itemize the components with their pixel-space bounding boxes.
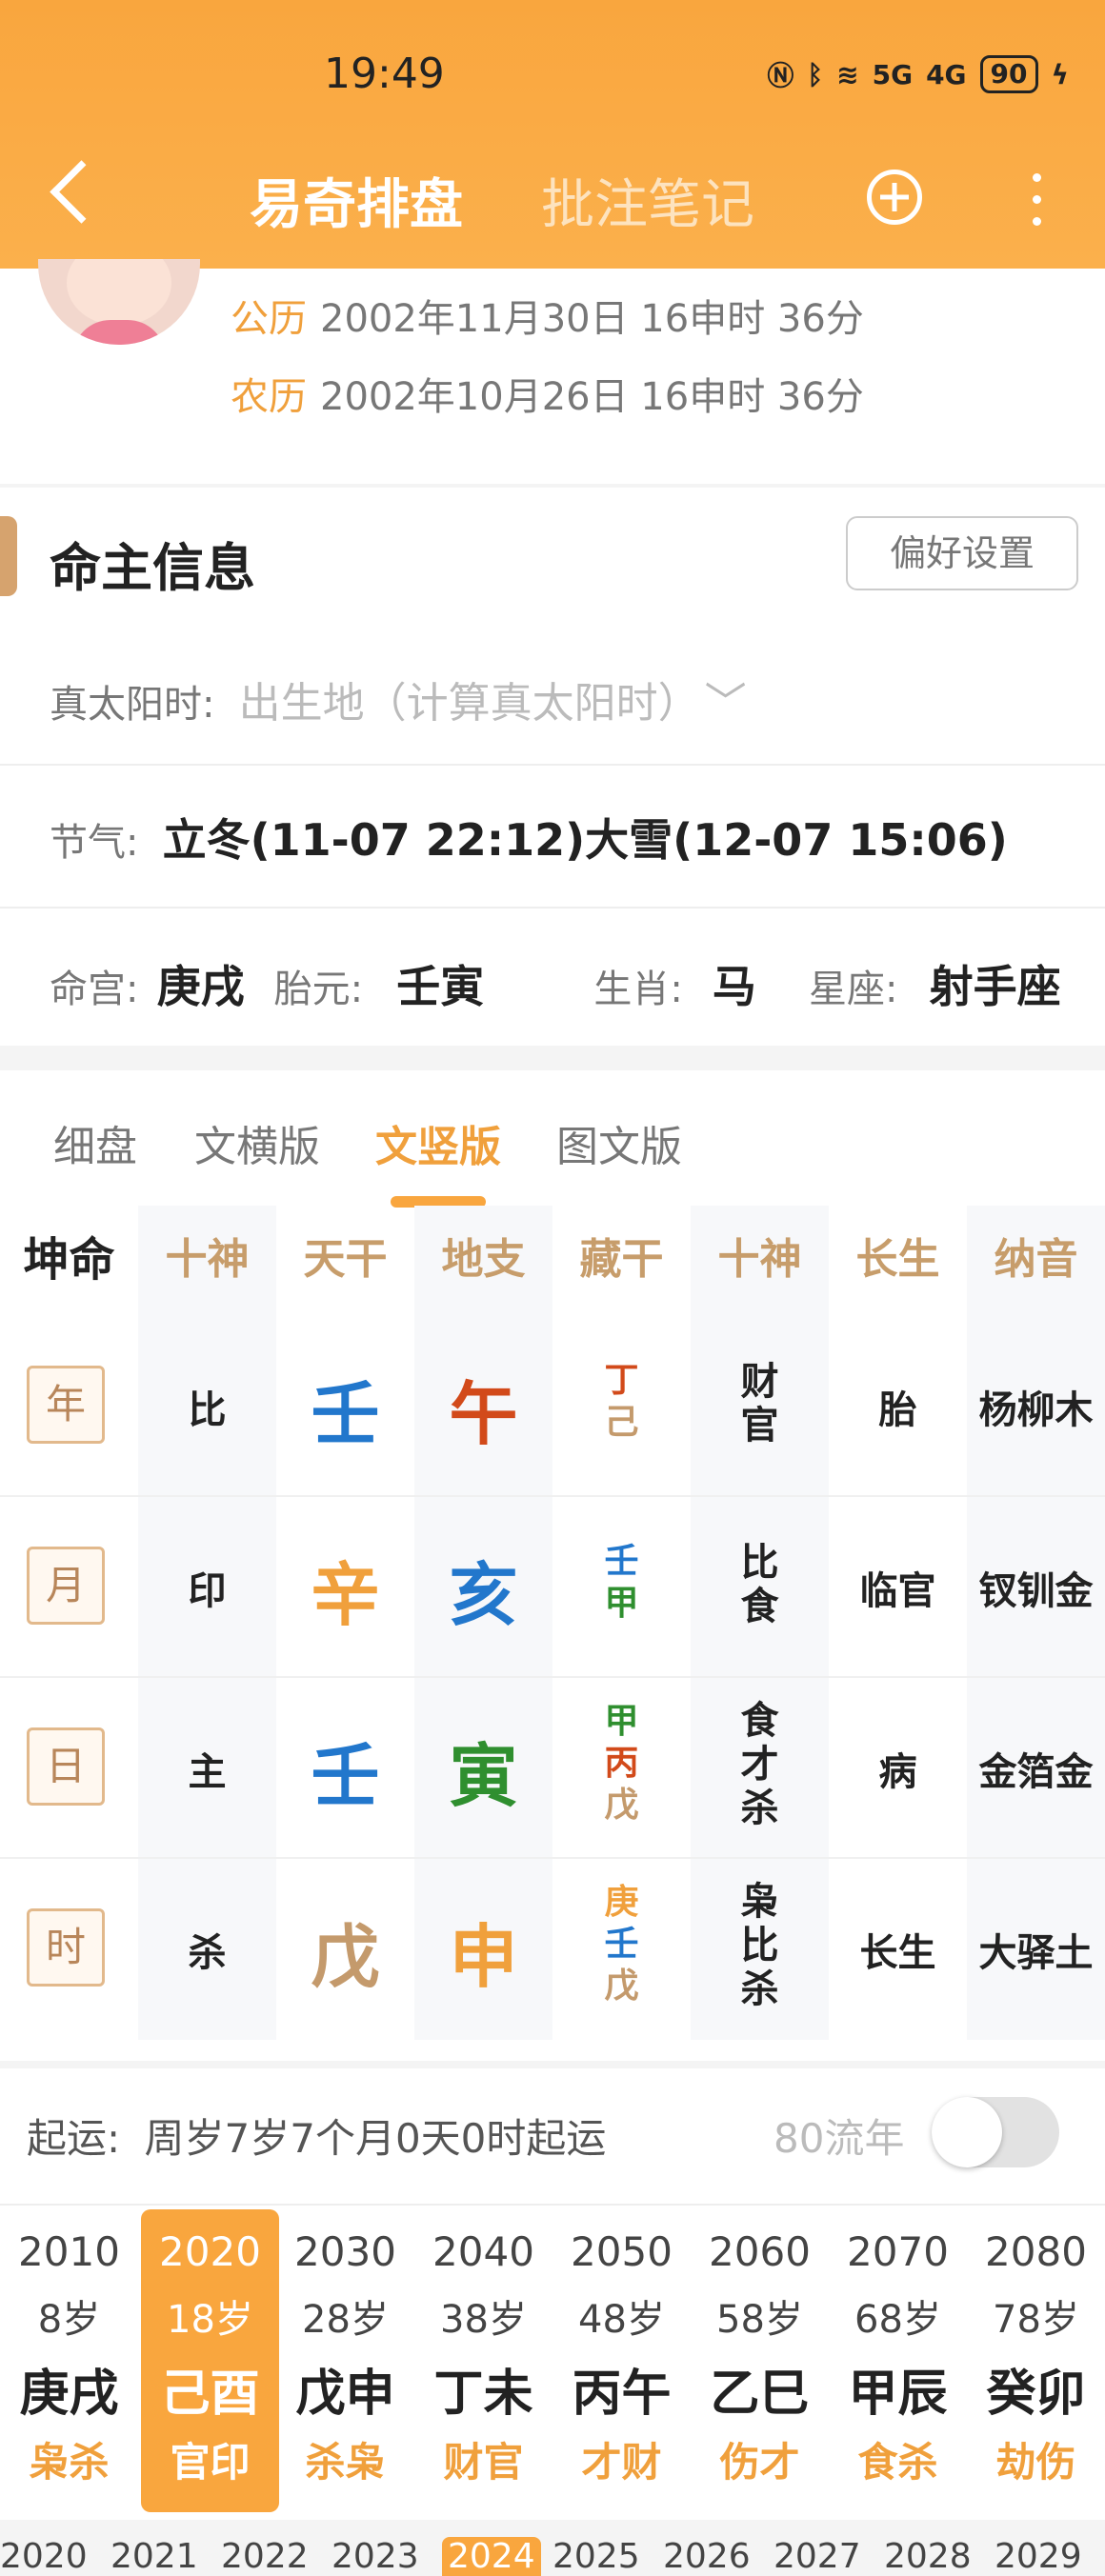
gender-label: 坤命 [23, 1233, 115, 1287]
info-card: 命主信息 偏好设置 真太阳时: 出生地（计算真太阳时） ﹀ 节气: 立冬(11-… [0, 488, 1105, 1046]
table-cell: 杀 [188, 1931, 227, 1975]
status-time: 19:49 [324, 50, 445, 98]
pillar-day[interactable]: 日 [27, 1727, 105, 1806]
table-cell: 枭 比 杀 [740, 1880, 779, 2011]
dayun-item[interactable]: 2070 68岁 甲辰 食杀 [829, 2209, 967, 2512]
liunian-year[interactable]: 2028 [884, 2537, 972, 2576]
jieqi-row: 节气: 立冬(11-07 22:12)大雪(12-07 15:06) [50, 814, 1008, 866]
table-cell: 杨柳木 [978, 1388, 1094, 1432]
liunian-label: 80流年 [774, 2115, 905, 2162]
preferences-button[interactable]: 偏好设置 [846, 516, 1078, 590]
section-accent [0, 516, 17, 596]
tab-horizontal[interactable]: 文横版 [194, 1112, 320, 1173]
liunian-toggle[interactable] [932, 2097, 1059, 2167]
table-cell: 比 [188, 1388, 227, 1432]
tab-notes[interactable]: 批注笔记 [541, 162, 754, 239]
table-cell: 戊 [311, 1917, 380, 1997]
status-icons: Ⓝ ᛒ ≋ 5G 4G 90 ϟ [767, 55, 1069, 93]
table-cell: 申 [449, 1917, 518, 1997]
pillar-year[interactable]: 年 [27, 1366, 105, 1444]
palace-row: 命宫: 庚戌 胎元: 壬寅 生肖: 马 星座: 射手座 [50, 961, 1061, 1012]
dayun-item[interactable]: 2080 78岁 癸卯 劫伤 [967, 2209, 1105, 2512]
tab-yiqi-paipan[interactable]: 易奇排盘 [250, 162, 463, 239]
qiyun-text: 起运: 周岁7岁7个月0天0时起运 [27, 2115, 607, 2162]
tab-graphic[interactable]: 图文版 [556, 1112, 682, 1173]
view-tabs: 细盘 文横版 文竖版 图文版 [0, 1070, 1105, 1208]
dayun-item[interactable]: 2040 38岁 丁未 财官 [414, 2209, 552, 2512]
dayun-item[interactable]: 2030 28岁 戊申 杀枭 [276, 2209, 414, 2512]
liunian-year[interactable]: 2022 [221, 2537, 309, 2576]
nav-bar: 易奇排盘 批注笔记 [0, 152, 1105, 248]
table-cell: 亥 [449, 1555, 518, 1635]
app-header: 19:49 Ⓝ ᛒ ≋ 5G 4G 90 ϟ 易奇排盘 批注笔记 [0, 0, 1105, 269]
add-icon[interactable] [867, 170, 922, 225]
pillar-month[interactable]: 月 [27, 1547, 105, 1625]
liunian-year[interactable]: 2025 [552, 2537, 640, 2576]
header-canggan: 藏干 [579, 1235, 664, 1284]
table-cell: 病 [878, 1750, 917, 1794]
table-cell: 比 食 [740, 1541, 779, 1628]
table-cell: 钗钏金 [978, 1569, 1094, 1613]
chevron-down-icon: ﹀ [704, 679, 747, 728]
table-cell: 午 [449, 1374, 518, 1454]
table-cell: 胎 [878, 1388, 917, 1432]
liunian-year[interactable]: 2026 [663, 2537, 751, 2576]
section-title: 命主信息 [50, 538, 255, 598]
header-changsheng: 长生 [855, 1235, 940, 1284]
bluetooth-icon: ᛒ [807, 58, 824, 90]
liunian-year[interactable]: 2029 [994, 2537, 1082, 2576]
lunar-date: 农历 2002年10月26日 16申时 36分 [231, 375, 864, 419]
header-nayin: 纳音 [994, 1235, 1078, 1284]
table-cell: 丁 己 [604, 1361, 639, 1442]
table-cell: 食 才 杀 [740, 1699, 779, 1830]
table-cell: 财 官 [740, 1360, 779, 1448]
status-bar: 19:49 Ⓝ ᛒ ≋ 5G 4G 90 ϟ [0, 46, 1105, 103]
header-tiangan: 天干 [303, 1235, 388, 1284]
liunian-year-selected[interactable]: 2024 [442, 2537, 541, 2576]
dayun-item-selected[interactable]: 2020 18岁 己酉 官印 [141, 2209, 279, 2512]
table-cell: 壬 [311, 1736, 380, 1816]
table-cell: 庚 壬 戊 [604, 1883, 639, 2006]
table-cell: 临官 [859, 1569, 936, 1613]
table-cell: 印 [188, 1569, 227, 1613]
table-cell: 主 [188, 1750, 227, 1794]
table-cell: 甲 丙 戊 [604, 1702, 639, 1825]
table-cell: 壬 甲 [604, 1542, 639, 1623]
table-cell: 辛 [311, 1555, 380, 1635]
table-cell: 寅 [449, 1736, 518, 1816]
luck-card: 起运: 周岁7岁7个月0天0时起运 80流年 2010 8岁 庚戌 枭杀 202… [0, 2068, 1105, 2571]
table-cell: 壬 [311, 1374, 380, 1454]
table-cell: 长生 [859, 1931, 936, 1975]
back-icon[interactable] [50, 160, 113, 224]
liunian-strip: 2020 2021 2022 2023 2024 2025 2026 2027 … [0, 2520, 1105, 2576]
signal-4g-icon: 4G [926, 58, 967, 90]
avatar [38, 259, 200, 345]
tab-vertical[interactable]: 文竖版 [375, 1112, 501, 1173]
true-sun-row[interactable]: 真太阳时: 出生地（计算真太阳时） ﹀ [50, 669, 747, 729]
liunian-year[interactable]: 2020 [0, 2537, 88, 2576]
table-cell: 大驿土 [978, 1931, 1094, 1975]
solar-date: 公历 2002年11月30日 16申时 36分 [231, 297, 864, 341]
pillar-hour[interactable]: 时 [27, 1908, 105, 1987]
header-shishen2: 十神 [717, 1235, 802, 1284]
table-cell: 金箔金 [978, 1750, 1094, 1794]
chart-card: 细盘 文横版 文竖版 图文版 坤命 十神 天干 地支 藏干 十神 长生 纳音 年… [0, 1070, 1105, 2061]
dayun-item[interactable]: 2060 58岁 乙巳 伤才 [691, 2209, 829, 2512]
tab-detail[interactable]: 细盘 [53, 1112, 137, 1173]
more-icon[interactable] [1033, 173, 1042, 230]
header-shishen: 十神 [165, 1235, 250, 1284]
liunian-year[interactable]: 2023 [332, 2537, 419, 2576]
battery-icon: 90 [979, 55, 1038, 93]
nfc-icon: Ⓝ [767, 60, 794, 91]
liunian-year[interactable]: 2027 [774, 2537, 861, 2576]
wifi-icon: ≋ [836, 58, 859, 90]
profile-card: 公历 2002年11月30日 16申时 36分 农历 2002年10月26日 16申… [0, 259, 1105, 484]
dayun-item[interactable]: 2050 48岁 丙午 才财 [552, 2209, 691, 2512]
signal-5g-icon: 5G [872, 58, 914, 90]
charging-icon: ϟ [1051, 58, 1069, 90]
header-dizhi: 地支 [441, 1235, 526, 1284]
liunian-year[interactable]: 2021 [110, 2537, 198, 2576]
dayun-item[interactable]: 2010 8岁 庚戌 枭杀 [0, 2209, 138, 2512]
